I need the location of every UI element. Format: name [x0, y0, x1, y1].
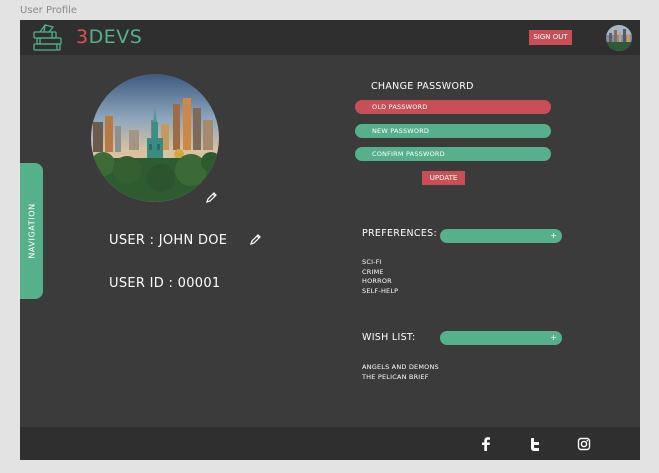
preferences-input[interactable]: +	[440, 229, 562, 243]
app-window: 3DEVS SIGN OUT NAVIGATION USER: JOHN DO…	[20, 20, 640, 460]
add-wish-icon[interactable]: +	[550, 331, 557, 345]
wish-list-input[interactable]: +	[440, 331, 562, 345]
wish-list-item: THE PELICAN BRIEF	[362, 372, 429, 381]
change-password-heading: CHANGE PASSWORD	[371, 81, 474, 92]
wish-list: ANGELS AND DEMONS THE PELICAN BRIEF	[362, 363, 439, 382]
preferences-label: PREFERENCES:	[362, 228, 437, 239]
facebook-icon[interactable]	[479, 437, 493, 451]
twitter-icon[interactable]	[528, 437, 542, 451]
update-button[interactable]: UPDATE	[422, 171, 465, 185]
sign-out-button[interactable]: SIGN OUT	[529, 30, 572, 45]
user-name-label: USER : JOHN DOE	[109, 233, 228, 248]
top-bar: 3DEVS SIGN OUT	[20, 20, 640, 55]
preference-item: CRIME	[362, 267, 384, 276]
preference-item: SELF-HELP	[362, 287, 399, 296]
navigation-tab[interactable]: NAVIGATION	[20, 163, 43, 299]
profile-picture	[91, 74, 219, 202]
avatar-icon[interactable]	[606, 25, 632, 51]
user-id-label: USER ID : 00001	[109, 276, 221, 291]
edit-picture-icon[interactable]	[205, 191, 218, 204]
frame-title: User Profile	[20, 5, 78, 16]
old-password-field[interactable]: OLD PASSWORD	[355, 100, 551, 114]
navigation-label: NAVIGATION	[27, 203, 36, 259]
add-preference-icon[interactable]: +	[550, 229, 557, 243]
footer-bar	[20, 427, 640, 460]
new-password-field[interactable]: NEW PASSWORD	[355, 124, 551, 138]
logo-word: DEVS	[88, 26, 143, 48]
logo-text[interactable]: 3DEVS	[76, 26, 142, 48]
wish-list-label: WISH LIST:	[362, 332, 416, 343]
preferences-list: SCI-FI CRIME HORROR SELF-HELP	[362, 258, 398, 297]
logo-number: 3	[76, 26, 89, 48]
books-logo-icon	[33, 24, 62, 51]
instagram-icon[interactable]	[577, 437, 591, 451]
edit-name-icon[interactable]	[249, 233, 262, 246]
preference-item: HORROR	[362, 277, 392, 286]
wish-list-item: ANGELS AND DEMONS	[362, 363, 439, 371]
confirm-password-field[interactable]: CONFIRM PASSWORD	[355, 147, 551, 161]
preference-item: SCI-FI	[362, 258, 382, 266]
